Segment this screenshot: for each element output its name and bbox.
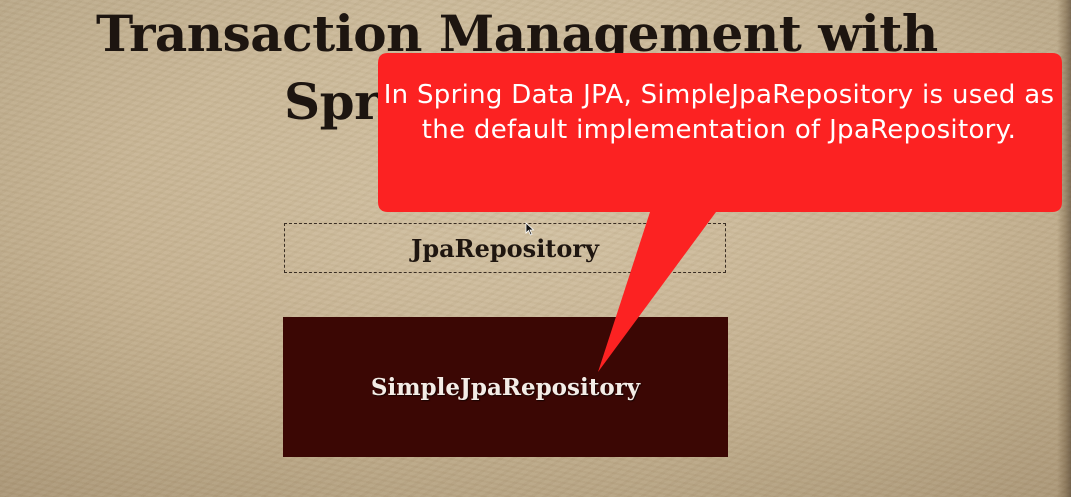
jpa-repository-label: JpaRepository bbox=[410, 233, 599, 263]
slide-canvas: Transaction Management with Spr JpaRepos… bbox=[0, 0, 1071, 497]
callout-text: In Spring Data JPA, SimpleJpaRepository … bbox=[383, 80, 1055, 145]
slide-title-line-1: Transaction Management with bbox=[96, 4, 938, 63]
paper-edge-shadow bbox=[1057, 0, 1071, 497]
simple-jpa-repository-label: SimpleJpaRepository bbox=[370, 373, 641, 401]
simple-jpa-repository-box: SimpleJpaRepository bbox=[283, 317, 728, 457]
jpa-repository-box: JpaRepository bbox=[284, 223, 726, 273]
mouse-pointer-icon bbox=[525, 222, 535, 236]
slide-title-line-2: Spr bbox=[284, 72, 380, 131]
